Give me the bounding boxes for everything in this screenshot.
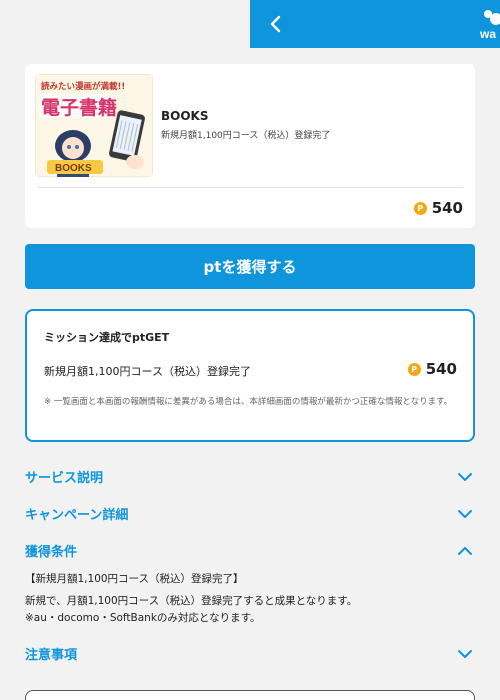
mission-box: ミッション達成でptGET 新規月額1,100円コース（税込）登録完了 P 54… <box>25 309 475 442</box>
point-coin-icon: P <box>413 201 427 215</box>
accordion-notes-label: 注意事項 <box>25 648 78 663</box>
accordion-conditions[interactable]: 獲得条件 <box>25 539 475 563</box>
mission-points: P 540 <box>407 360 457 378</box>
chevron-up-icon[interactable] <box>457 545 473 557</box>
conditions-content: 【新規月額1,100円コース（税込）登録完了】 新規で、月額1,100円コース（… <box>25 569 475 628</box>
accordion-notes[interactable]: 注意事項 <box>25 642 475 666</box>
accordion-campaign[interactable]: キャンペーン詳細 <box>25 502 475 526</box>
accordion-campaign-label: キャンペーン詳細 <box>25 508 129 523</box>
conditions-line-1: 【新規月額1,100円コース（税込）登録完了】 <box>25 573 244 585</box>
chevron-down-icon[interactable] <box>457 471 473 483</box>
mission-item-label: 新規月額1,100円コース（税込）登録完了 <box>44 365 251 378</box>
divider <box>37 187 463 188</box>
thumbnail-banner: 読みたい漫画が満載!! <box>41 81 125 92</box>
header-bar: wa <box>250 0 500 48</box>
page: wa 読みたい漫画が満載!! 電子書籍 BOOKS BOOKS 新規月額1,10… <box>0 0 500 700</box>
offer-thumbnail: 読みたい漫画が満載!! 電子書籍 BOOKS <box>35 74 153 177</box>
logo-text: wa <box>479 27 496 40</box>
thumbnail-title: 電子書籍 <box>41 96 117 119</box>
accordion-conditions-label: 獲得条件 <box>25 545 78 560</box>
chevron-down-icon[interactable] <box>457 508 473 520</box>
back-chevron-left-icon[interactable] <box>264 12 288 36</box>
accordion-service[interactable]: サービス説明 <box>25 465 475 489</box>
point-coin-icon: P <box>407 362 421 376</box>
conditions-line-3: ※au・docomo・SoftBankのみ対応となります。 <box>25 612 261 624</box>
mission-heading: ミッション達成でptGET <box>44 331 170 344</box>
offer-points: P 540 <box>413 199 463 217</box>
offer-points-value: 540 <box>431 199 463 217</box>
brand-logo[interactable]: wa <box>476 8 500 40</box>
accordion-service-label: サービス説明 <box>25 471 104 486</box>
offer-subtitle: 新規月額1,100円コース（税込）登録完了 <box>161 131 331 141</box>
bottom-button[interactable] <box>25 690 475 700</box>
chevron-down-icon[interactable] <box>457 648 473 660</box>
get-points-button[interactable]: ptを獲得する <box>25 244 475 289</box>
thumbnail-label: BOOKS <box>55 163 92 174</box>
mission-note: ※ 一覧画面と本画面の報酬情報に差異がある場合は、本詳細画面の情報が最新かつ正確… <box>44 397 453 407</box>
mission-points-value: 540 <box>425 360 457 378</box>
offer-title: BOOKS <box>161 109 209 123</box>
offer-card[interactable]: 読みたい漫画が満載!! 電子書籍 BOOKS BOOKS 新規月額1,100円コ… <box>25 64 475 228</box>
